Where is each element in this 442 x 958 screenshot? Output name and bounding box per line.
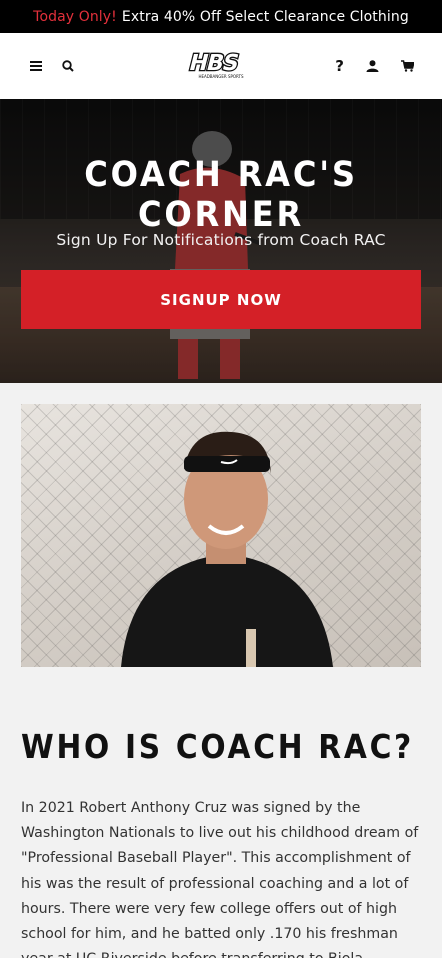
hero-title: COACH RAC'S CORNER [84,155,358,235]
main-content: WHO IS COACH RAC? In 2021 Robert Anthony… [0,383,442,958]
promo-text: Extra 40% Off Select Clearance Clothing [121,8,409,25]
account-icon[interactable] [366,60,379,72]
site-header: HBS HBS HEADBANGER SPORTS ? [0,33,442,99]
help-icon[interactable]: ? [335,57,344,75]
site-logo[interactable]: HBS HBS HEADBANGER SPORTS [185,49,257,80]
about-heading: WHO IS COACH RAC? [21,727,414,766]
search-icon[interactable] [62,60,74,72]
promo-banner[interactable]: Today Only! Extra 40% Off Select Clearan… [0,0,442,33]
coach-photo [21,404,421,667]
coach-portrait [121,431,333,667]
svg-text:HBS: HBS [187,50,241,76]
about-body: In 2021 Robert Anthony Cruz was signed b… [21,800,419,958]
cart-icon[interactable] [401,60,414,72]
menu-icon[interactable] [30,61,42,71]
promo-highlight: Today Only! [33,8,117,25]
svg-text:HEADBANGER SPORTS: HEADBANGER SPORTS [198,74,244,79]
signup-button[interactable]: SIGNUP NOW [21,270,421,329]
hero-subtitle: Sign Up For Notifications from Coach RAC [56,231,386,249]
hero-banner: COACH RAC'S CORNER Sign Up For Notificat… [0,99,442,383]
